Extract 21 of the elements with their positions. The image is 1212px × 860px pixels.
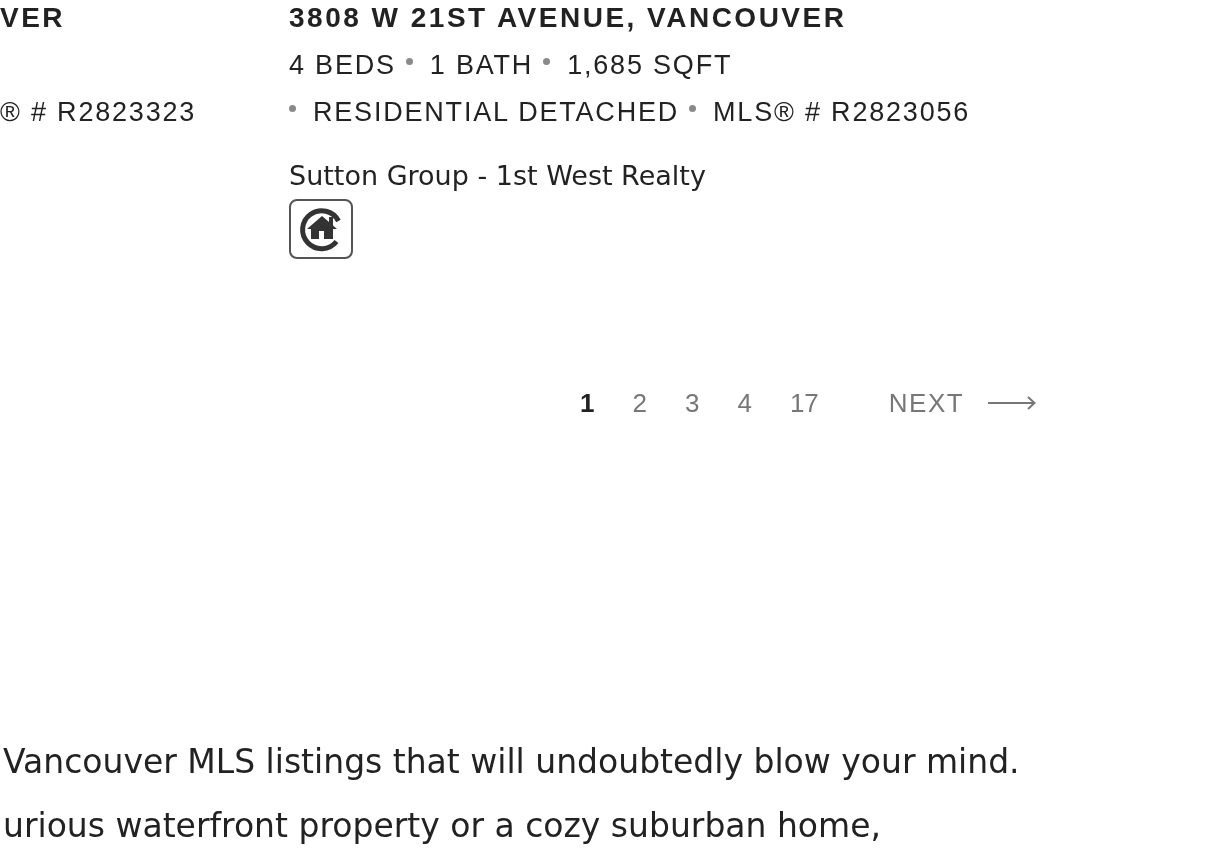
dot-icon: [689, 105, 697, 112]
page-link[interactable]: 1: [580, 383, 595, 423]
listing-spec: 4 BEDS: [289, 49, 396, 82]
intro-paragraph: Vancouver MLS listings that will undoubtedly blow your mind. urious waterfront property or a cozy suburban home,: [3, 741, 1021, 847]
listing-spec: 1 BATH: [429, 49, 534, 82]
dot-icon: [405, 58, 413, 65]
listing-spec: MLS® # R2823056: [713, 96, 971, 129]
listing-spec: 1,685 SQFT: [567, 49, 733, 82]
listing-spec: RESIDENTIAL DETACHED: [313, 96, 680, 129]
listing-address: 3808 W 21ST AVENUE, VANCOUVER: [289, 1, 848, 35]
page-link[interactable]: 4: [737, 383, 752, 423]
dot-icon: [543, 58, 551, 65]
page-link[interactable]: 2: [632, 383, 647, 423]
listing-spec: ® # R2823323: [0, 96, 197, 129]
page-link[interactable]: 3: [684, 383, 700, 423]
dot-icon: [289, 105, 296, 112]
listing-address: VER: [0, 1, 67, 35]
next-link[interactable]: NEXT: [888, 383, 1037, 423]
arrow-right-icon: [988, 396, 1037, 410]
brokerage-name: Sutton Group - 1st West Realty: [289, 159, 707, 193]
page-link[interactable]: 17: [789, 383, 819, 423]
